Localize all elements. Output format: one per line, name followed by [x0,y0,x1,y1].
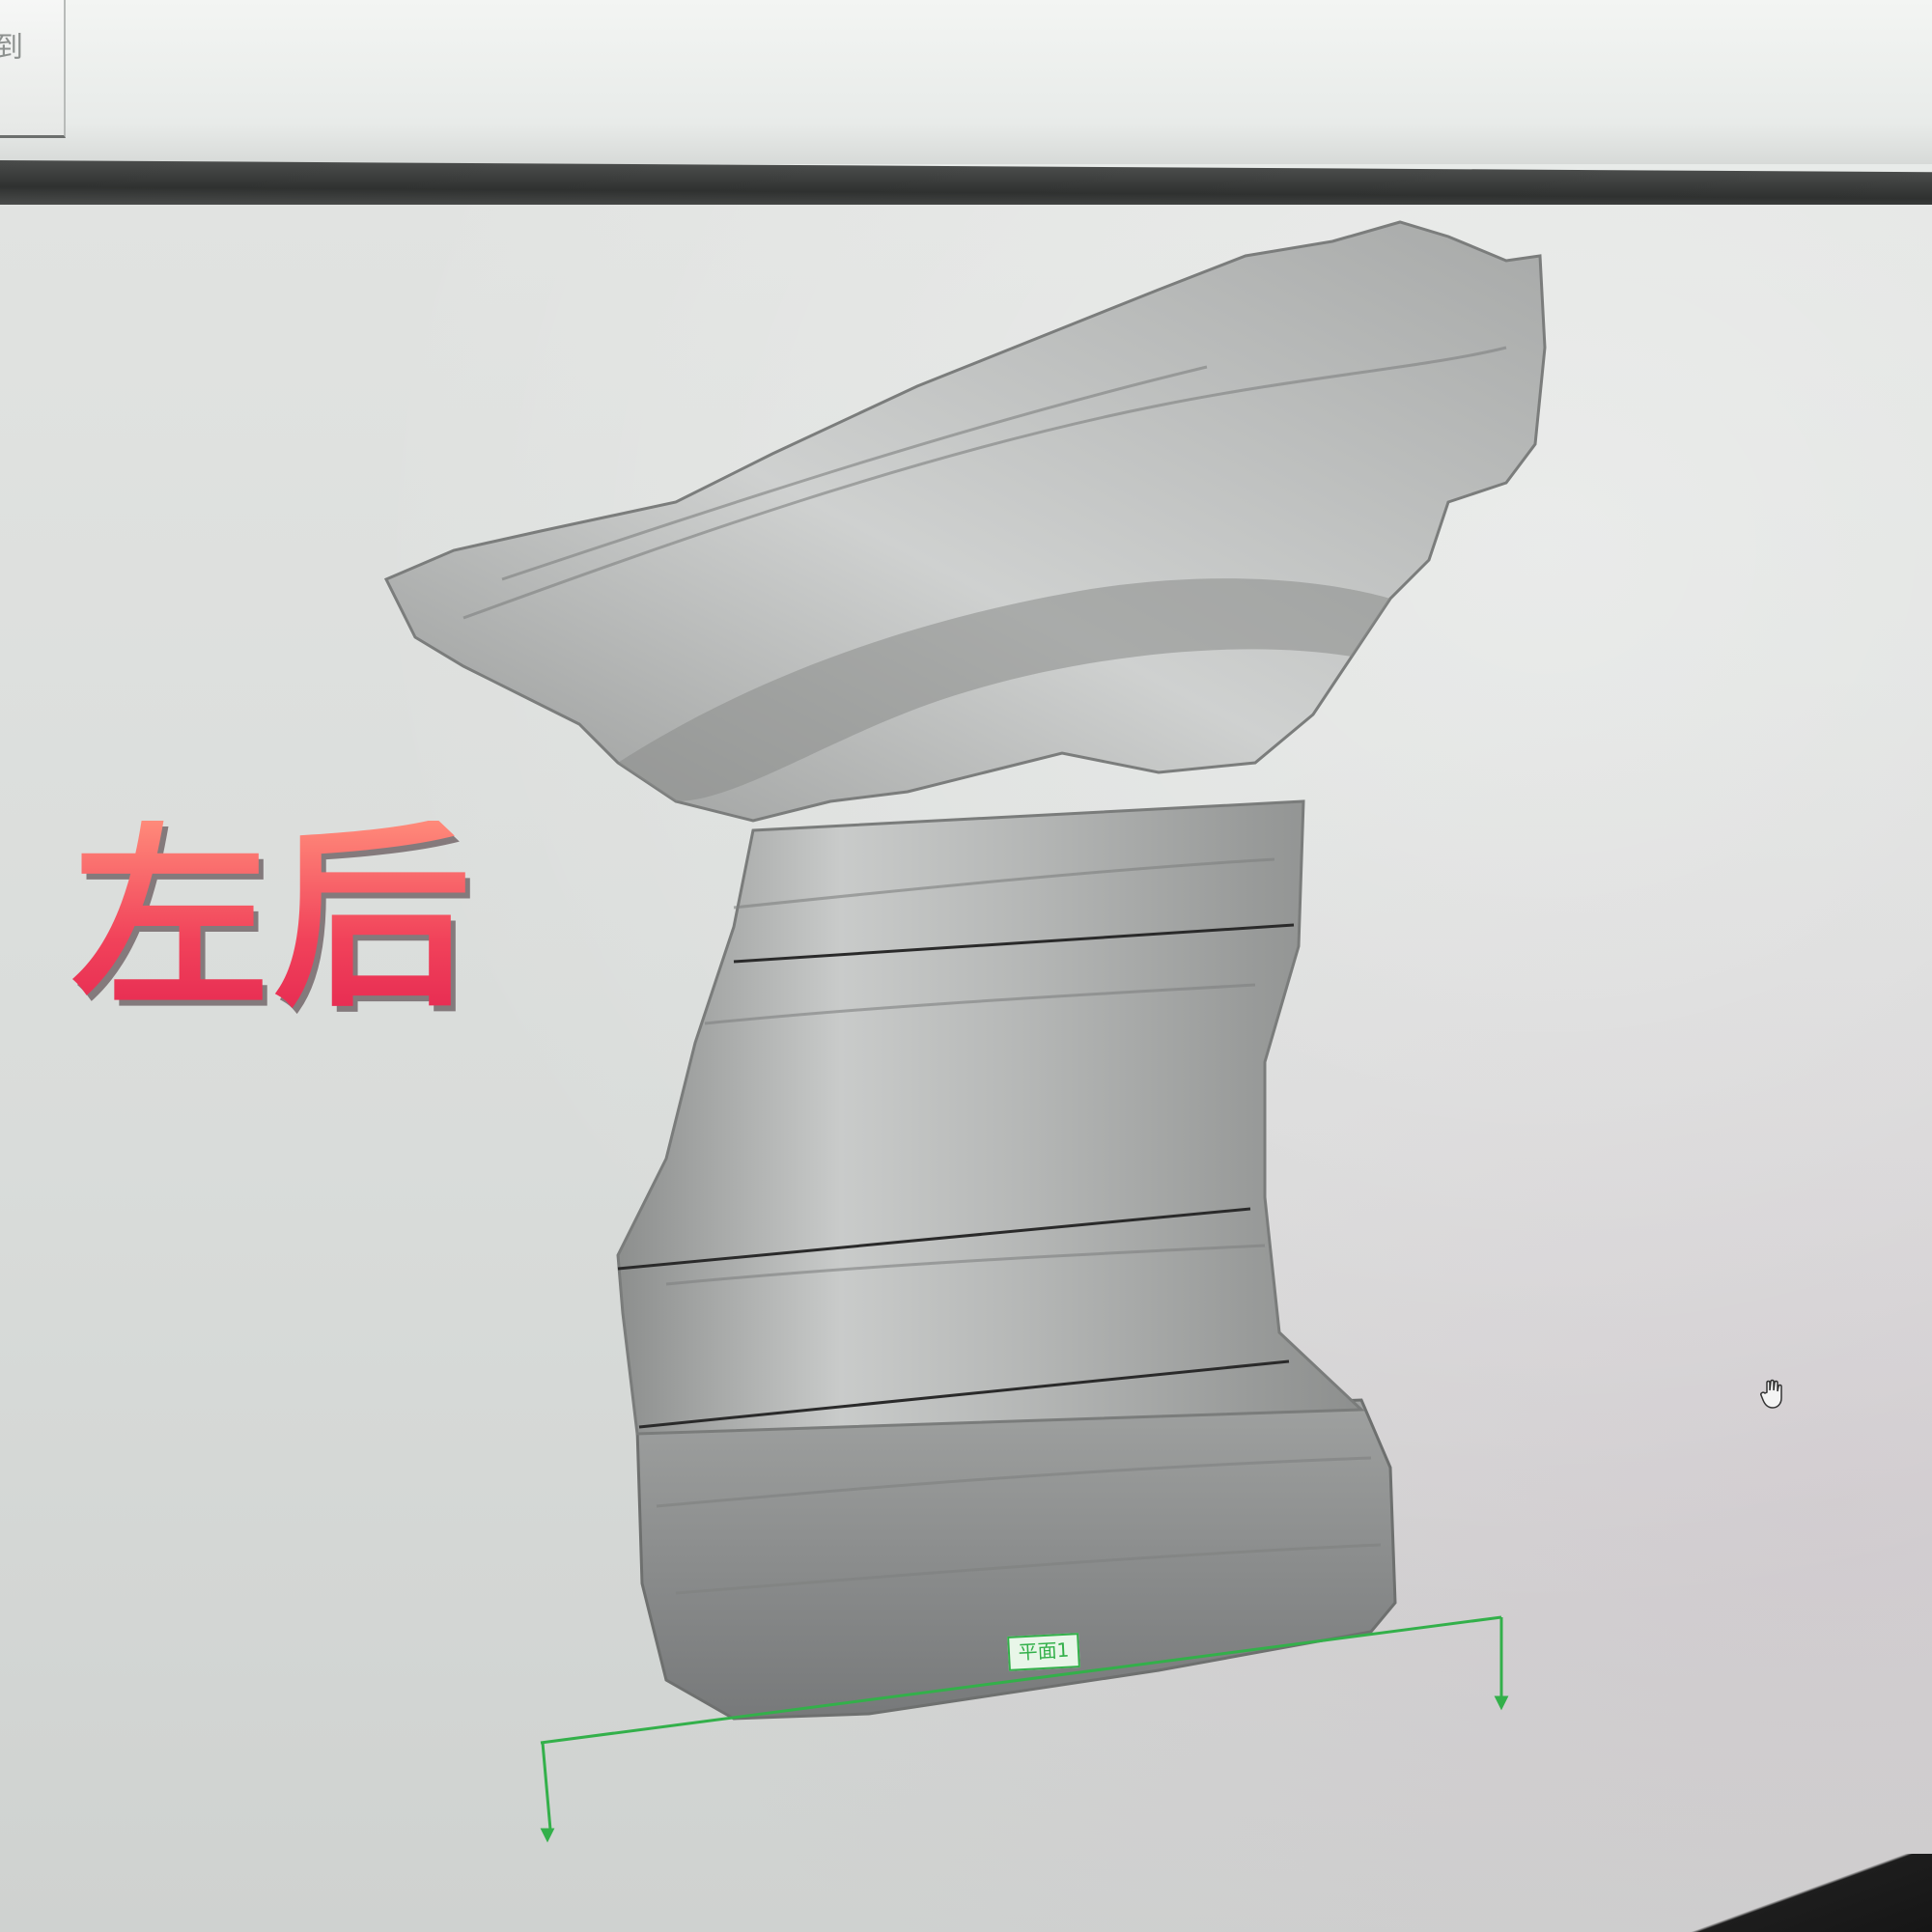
overlay-label-left-rear: 左后 [71,804,475,1034]
model-body-section [616,799,1365,1436]
monitor-bezel-corner [1545,1854,1932,1932]
plane-tag[interactable]: 平面1 [1007,1633,1080,1671]
model-top-flap [383,220,1547,823]
plane-arrow-left [540,1828,555,1843]
plane-arrow-right [1494,1695,1509,1711]
photo-of-monitor: 到 平面1 左后 [0,0,1932,1932]
plane-leg-left [541,1742,552,1831]
hand-cursor-icon [1760,1379,1782,1409]
